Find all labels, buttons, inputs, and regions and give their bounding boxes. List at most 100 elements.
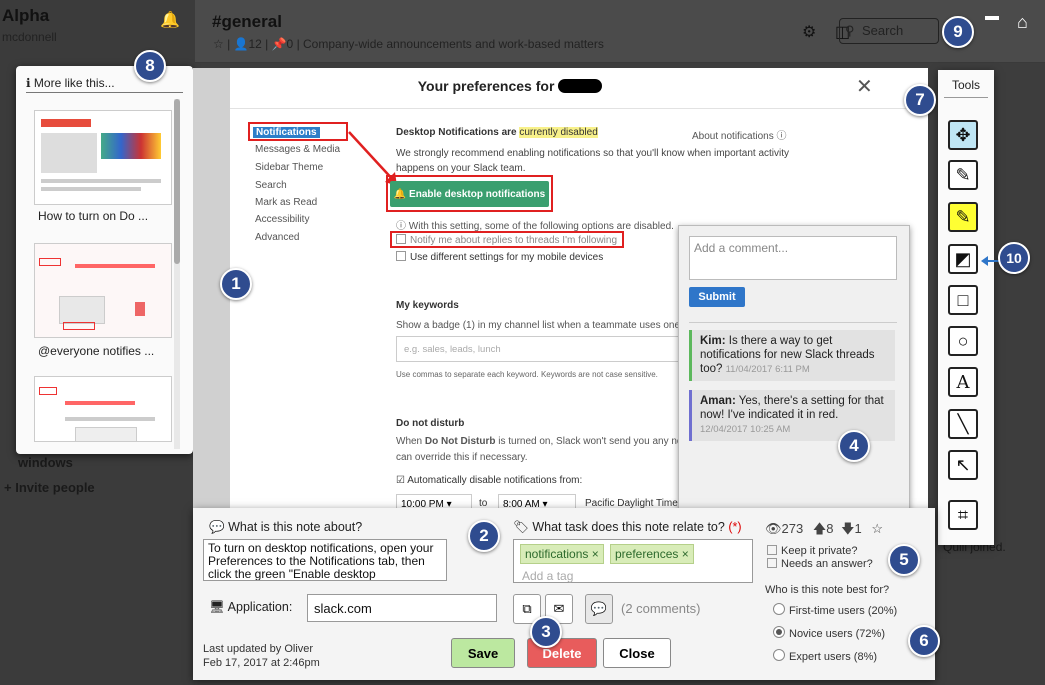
comment-time: 11/04/2017 6:11 PM [725,364,810,375]
notify-threads-label: Notify me about replies to threads I'm f… [410,235,618,246]
checkbox[interactable] [767,545,777,555]
close-icon[interactable]: ✕ [856,74,873,99]
application-label-text: Application: [227,600,293,614]
from-time-select[interactable]: 10:00 PM ▾ [396,494,472,508]
about-notifications-link[interactable]: About notifications ⓘ [692,127,787,142]
radio[interactable] [773,603,785,615]
from-time-value: 10:00 PM [401,499,444,508]
to-label: to [479,498,488,508]
upvote-icon[interactable]: 🡅 [813,521,826,536]
scrollbar-thumb[interactable] [174,99,180,264]
crop-tool-icon[interactable]: ⌗ [948,500,978,530]
checkbox[interactable] [396,251,406,261]
comments-icon[interactable]: 💬 [585,594,613,624]
line-tool-icon[interactable]: ╲ [948,409,978,439]
badge-2: 2 [468,520,500,552]
dnd-desc-b: is turned on, Slack won't send you any n… [498,436,686,447]
mobile-settings-option[interactable]: Use different settings for my mobile dev… [396,251,603,263]
star-icon[interactable]: ☆ [871,521,883,536]
dnd-desc: When Do Not Disturb is turned on, Slack … [396,436,685,447]
keywords-heading: My keywords [396,300,459,311]
audience-option-novice[interactable]: Novice users (72%) [773,626,885,640]
badge-10: 10 [998,242,1030,274]
related-note-thumbnail[interactable] [34,376,172,442]
timezone-label: Pacific Daylight Time [585,498,678,508]
search-input: ⚲ Search [839,18,939,44]
related-note-thumbnail[interactable] [34,243,172,338]
auto-disable-label: Automatically disable notifications from… [407,475,583,486]
desktop-heading-text: Desktop Notifications are [396,127,517,138]
tools-panel: Tools ✥ ✎ ✎ ◩ □ ○ A ╲ ↖ ⌗ [938,70,994,545]
save-button[interactable]: Save [451,638,515,668]
keep-private-option[interactable]: Keep it private? [767,545,857,557]
tag-input[interactable]: notifications × preferences × Add a tag [513,539,753,583]
checkbox[interactable] [396,234,406,244]
divider [26,92,183,93]
audience-option-expert[interactable]: Expert users (8%) [773,649,877,663]
keep-private-label: Keep it private? [781,545,858,557]
audience-option-first-time[interactable]: First-time users (20%) [773,603,897,617]
nav-search[interactable]: Search [255,180,287,191]
needs-answer-option[interactable]: Needs an answer? [767,558,873,570]
badge-8: 8 [134,50,166,82]
application-label: 🖥 Application: [209,600,292,615]
minimize-icon[interactable] [985,16,999,20]
task-label: 🏷 What task does this note relate to? (*… [513,520,742,535]
last-updated-date: Feb 17, 2017 at 2:46pm [203,657,320,669]
text-tool-icon[interactable]: A [948,367,978,397]
views-count: 273 [781,521,804,536]
related-note-thumbnail[interactable] [34,110,172,205]
nav-sidebar-theme[interactable]: Sidebar Theme [255,162,323,173]
application-input[interactable]: slack.com [307,594,497,622]
arrow-tool-icon[interactable]: ↖ [948,450,978,480]
more-like-this-panel: ℹ More like this... How to turn on Do ..… [16,66,193,454]
to-time-select[interactable]: 8:00 AM ▾ [498,494,576,508]
note-textarea[interactable]: To turn on desktop notifications, open y… [203,539,447,581]
note-about-text: What is this note about? [228,520,363,534]
radio-selected[interactable] [773,626,785,638]
home-icon[interactable]: ⌂ [1017,12,1028,33]
nav-notifications[interactable]: Notifications [253,127,320,138]
audience-label: Novice users (72%) [789,628,885,640]
needs-answer-label: Needs an answer? [781,558,873,570]
monitor-icon: 🖥 [209,600,225,614]
comment-author: Kim: [700,335,726,347]
bell-icon: 🔔 [160,12,180,29]
redaction-mark [558,79,603,93]
nav-mark-as-read[interactable]: Mark as Read [255,197,317,208]
dialog-title: Your preferences for [230,78,790,94]
checkbox-checked-icon[interactable]: ☑ [396,475,405,486]
related-note-caption[interactable]: How to turn on Do ... [38,209,148,223]
enable-desktop-notifications-button[interactable]: 🔔 Enable desktop notifications [390,181,549,207]
notify-threads-option[interactable]: Notify me about replies to threads I'm f… [396,234,617,246]
more-like-this-label: More like this... [33,76,115,90]
speech-bubble-icon: 💬 [209,520,225,534]
auto-disable-option[interactable]: ☑ Automatically disable notifications fr… [396,475,582,486]
radio[interactable] [773,649,785,661]
pen-tool-icon[interactable]: ✎ [948,160,978,190]
highlighter-tool-icon[interactable]: ✎ [948,202,978,232]
rectangle-tool-icon[interactable]: □ [948,285,978,315]
checkbox[interactable] [767,558,777,568]
downvote-icon[interactable]: 🡇 [841,521,854,536]
caret-down-icon: ▾ [446,499,452,508]
related-note-caption[interactable]: @everyone notifies ... [38,344,154,358]
audience-label: First-time users (20%) [789,605,898,617]
nav-advanced[interactable]: Advanced [255,232,299,243]
keywords-input[interactable]: e.g. sales, leads, lunch [396,336,686,362]
tag-notifications[interactable]: notifications × [520,544,604,564]
comment-input[interactable]: Add a comment... [689,236,897,280]
channel-name: #general [212,12,282,31]
info-icon: ℹ [26,76,31,90]
nav-messages-media[interactable]: Messages & Media [255,144,340,155]
close-button[interactable]: Close [603,638,671,668]
circle-tool-icon[interactable]: ○ [948,326,978,356]
eraser-tool-icon[interactable]: ◩ [948,244,978,274]
move-tool-icon[interactable]: ✥ [948,120,978,150]
settings-icon: ⚙ [802,24,817,41]
nav-accessibility[interactable]: Accessibility [255,214,309,225]
desktop-notifications-heading: Desktop Notifications are currently disa… [396,127,598,138]
search-icon: ⚲ [845,23,855,38]
submit-comment-button[interactable]: Submit [689,287,745,307]
tag-preferences[interactable]: preferences × [610,544,694,564]
